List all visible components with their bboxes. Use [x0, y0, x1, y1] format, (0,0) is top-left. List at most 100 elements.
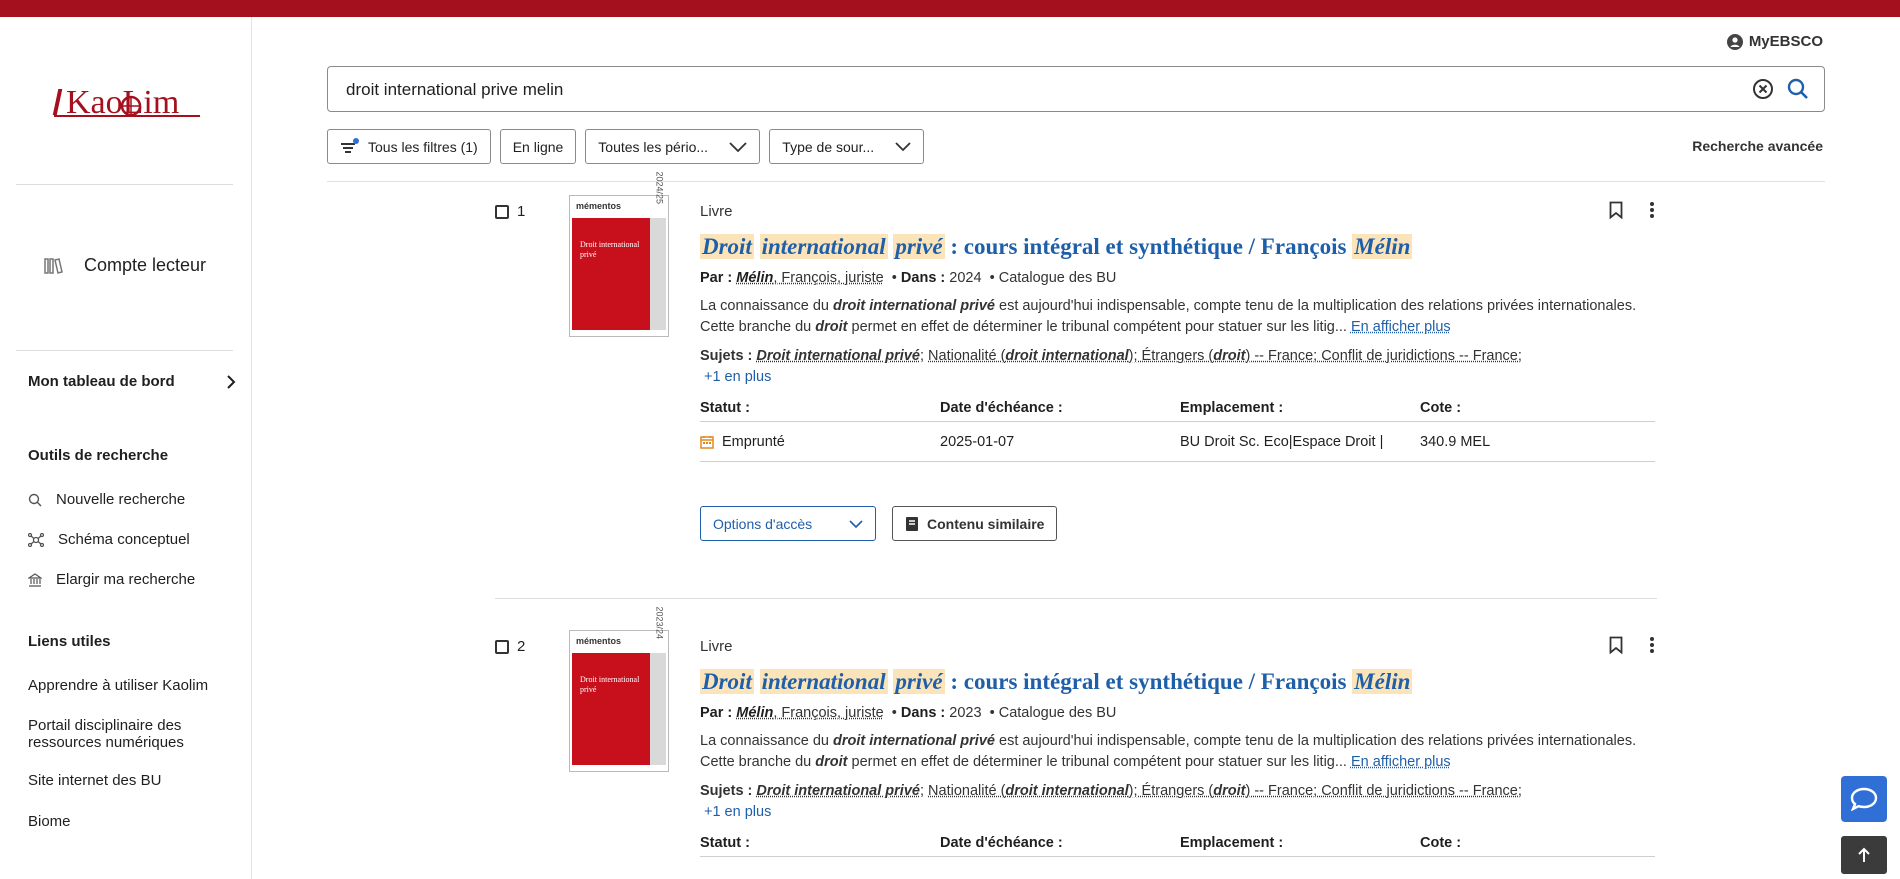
- header-divider: [327, 181, 1825, 182]
- subject-text: Nationalité (: [928, 783, 1006, 799]
- tools-heading: Outils de recherche: [28, 447, 169, 464]
- chat-button[interactable]: [1841, 776, 1887, 822]
- status-header: Statut :: [700, 400, 750, 416]
- logo-text: KaoLim: [66, 84, 179, 121]
- more-subjects-link[interactable]: +1 en plus: [704, 369, 771, 385]
- result-subjects: Sujets : Droit international privé; Nati…: [700, 783, 1522, 820]
- book-cover-thumbnail[interactable]: mémentos Droit international privé 2023/…: [569, 606, 669, 772]
- concept-map-label: Schéma conceptuel: [58, 531, 190, 548]
- result-meta: Par : Mélin, François, juriste • Dans : …: [700, 705, 1117, 721]
- subject-link[interactable]: Nationalité (droit international); Étran…: [928, 783, 1522, 799]
- top-brand-bar: [0, 0, 1900, 17]
- cover-art: Droit international privé: [572, 653, 650, 765]
- concept-map-link[interactable]: Schéma conceptuel: [28, 531, 190, 548]
- new-search-link[interactable]: Nouvelle recherche: [28, 491, 185, 508]
- location-header: Emplacement :: [1180, 835, 1284, 851]
- cover-brand: mémentos: [576, 636, 622, 646]
- abstract-text: permet en effet de déterminer le tribuna…: [851, 754, 1347, 770]
- holdings-row: Emprunté 2025-01-07 BU Droit Sc. Eco|Esp…: [700, 422, 1655, 462]
- more-options-icon[interactable]: [1649, 636, 1655, 654]
- cover-year: 2024/25: [655, 171, 665, 204]
- result-select: 2: [495, 638, 525, 655]
- title-highlight: international: [759, 669, 888, 694]
- access-options-dropdown[interactable]: Options d'accès: [700, 506, 876, 541]
- more-options-icon[interactable]: [1649, 201, 1655, 219]
- cover-shade: [650, 218, 666, 330]
- subject-text: ); Étrangers (: [1128, 783, 1214, 799]
- search-input[interactable]: [344, 77, 1728, 103]
- filter-bar: Tous les filtres (1) En ligne Toutes les…: [327, 129, 925, 164]
- advanced-search-link[interactable]: Recherche avancée: [1692, 138, 1823, 154]
- broaden-search-label: Elargir ma recherche: [56, 571, 196, 588]
- result-select: 1: [495, 203, 525, 220]
- show-more-link[interactable]: En afficher plus: [1351, 319, 1451, 335]
- more-subjects-link[interactable]: +1 en plus: [704, 804, 771, 820]
- source-type-dropdown[interactable]: Type de sour...: [769, 129, 925, 164]
- title-highlight: privé: [893, 234, 945, 259]
- status-cell: Emprunté: [700, 434, 940, 450]
- clear-search-icon[interactable]: [1752, 78, 1774, 100]
- all-filters-button[interactable]: Tous les filtres (1): [327, 129, 491, 164]
- link-portal[interactable]: Portail disciplinaire des ressources num…: [28, 717, 228, 751]
- abstract-highlight: droit: [815, 319, 848, 335]
- title-highlight: privé: [893, 669, 945, 694]
- title-text: : cours intégral et synthétique / Franço…: [950, 234, 1347, 259]
- author-link[interactable]: Mélin, François, juriste: [736, 270, 883, 286]
- status-header: Statut :: [700, 835, 750, 851]
- myebsco-label: MyEBSCO: [1748, 33, 1823, 50]
- subject-link[interactable]: Droit international privé: [756, 783, 920, 799]
- subject-link[interactable]: Nationalité (droit international); Étran…: [928, 348, 1522, 364]
- abstract-highlight: droit international privé: [833, 733, 995, 749]
- callno-header: Cote :: [1420, 400, 1462, 416]
- subject-text: ) -- France; Conflit de juridictions -- …: [1245, 348, 1522, 364]
- dashboard-link[interactable]: Mon tableau de bord: [28, 373, 236, 390]
- kaolim-logo[interactable]: KaoLim: [52, 81, 202, 141]
- title-highlight: Droit: [700, 669, 754, 694]
- in-label: Dans :: [900, 270, 946, 286]
- status-value: Emprunté: [722, 434, 785, 450]
- access-options-label: Options d'accès: [713, 515, 813, 532]
- callno-value: 340.9 MEL: [1420, 434, 1491, 450]
- search-icon: [28, 493, 42, 506]
- links-heading: Liens utiles: [28, 633, 111, 650]
- in-label: Dans :: [900, 705, 946, 721]
- back-to-top-button[interactable]: [1841, 836, 1887, 874]
- subject-link[interactable]: Droit international privé: [756, 348, 920, 364]
- due-value: 2025-01-07: [940, 434, 1015, 450]
- link-biome[interactable]: Biome: [28, 813, 228, 830]
- show-more-link[interactable]: En afficher plus: [1351, 754, 1451, 770]
- result-index: 2: [517, 638, 526, 655]
- location-header: Emplacement :: [1180, 400, 1284, 416]
- calendar-icon: [700, 436, 714, 449]
- broaden-search-link[interactable]: Elargir ma recherche: [28, 571, 195, 588]
- pub-year: 2023: [949, 705, 982, 721]
- result-title[interactable]: Droit international privé : cours intégr…: [700, 234, 1655, 260]
- pub-year: 2024: [949, 270, 982, 286]
- book-cover-thumbnail[interactable]: mémentos Droit international privé 2024/…: [569, 171, 669, 337]
- bookmark-icon[interactable]: [1609, 201, 1623, 219]
- period-dropdown[interactable]: Toutes les pério...: [585, 129, 761, 164]
- online-filter-button[interactable]: En ligne: [499, 129, 577, 164]
- result-checkbox[interactable]: [495, 204, 509, 219]
- catalog-name: Catalogue des BU: [998, 270, 1117, 286]
- link-learn-kaolim[interactable]: Apprendre à utiliser Kaolim: [28, 677, 228, 694]
- abstract-highlight: droit: [815, 754, 848, 770]
- similar-content-icon: [906, 516, 918, 531]
- search-icon[interactable]: [1786, 77, 1810, 101]
- dashboard-label: Mon tableau de bord: [28, 373, 175, 390]
- author-link[interactable]: Mélin, François, juriste: [736, 705, 883, 721]
- concept-map-icon: [28, 532, 44, 547]
- result-content: Livre Droit international privé : cours …: [700, 636, 1655, 857]
- myebsco-link[interactable]: MyEBSCO: [1726, 33, 1823, 50]
- result-subjects: Sujets : Droit international privé; Nati…: [700, 348, 1522, 385]
- account-link[interactable]: Compte lecteur: [44, 255, 206, 276]
- link-bu-site[interactable]: Site internet des BU: [28, 772, 228, 789]
- bookmark-icon[interactable]: [1609, 636, 1623, 654]
- chevron-down-icon: [729, 141, 747, 152]
- cover-title: Droit international privé: [580, 675, 640, 694]
- holdings-table: Statut : Date d'échéance : Emplacement :…: [700, 835, 1655, 857]
- similar-content-button[interactable]: Contenu similaire: [892, 506, 1058, 541]
- result-checkbox[interactable]: [495, 639, 509, 654]
- result-title[interactable]: Droit international privé : cours intégr…: [700, 669, 1655, 695]
- institution-icon: [28, 572, 42, 587]
